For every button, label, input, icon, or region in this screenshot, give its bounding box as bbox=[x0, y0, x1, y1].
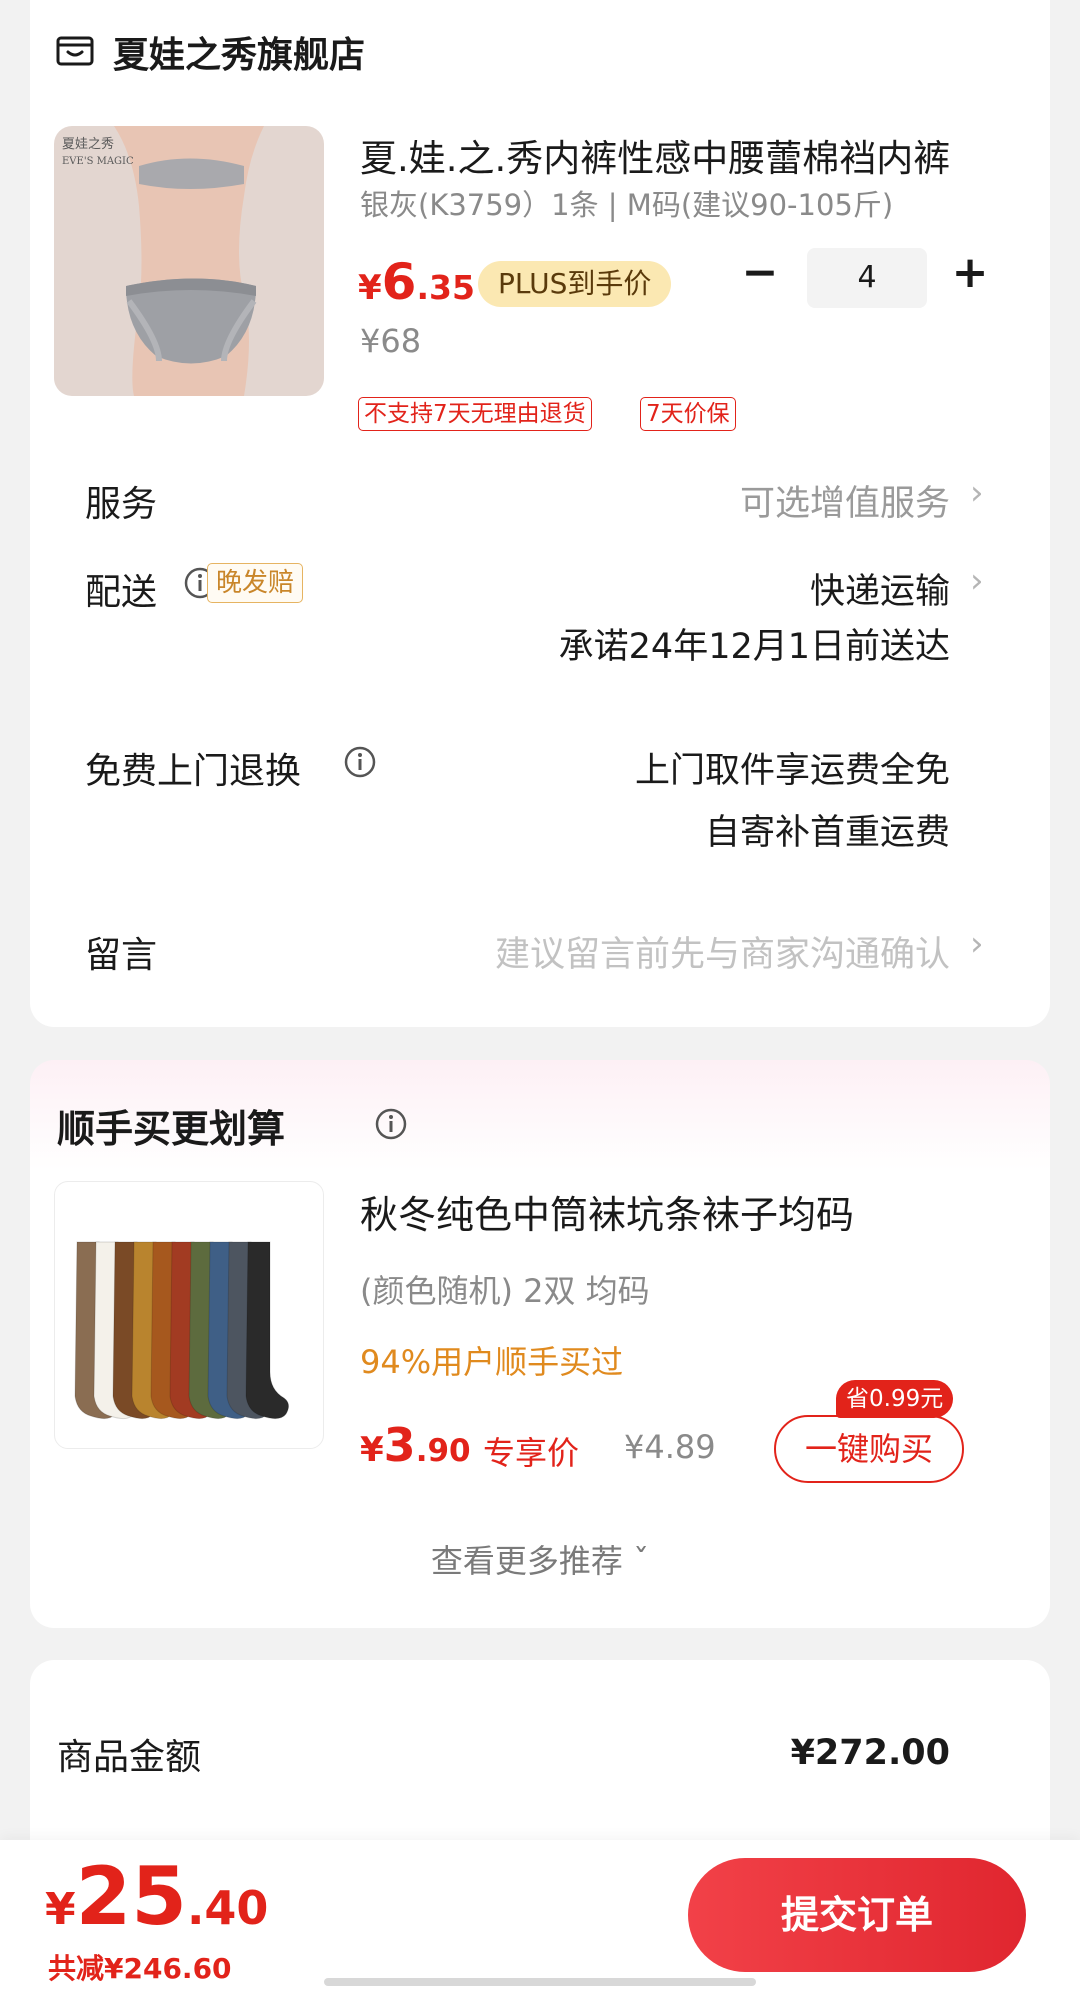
delivery-promise: 承诺24年12月1日前送达 bbox=[558, 627, 950, 667]
delivery-label: 配送 bbox=[85, 572, 158, 613]
product-spec[interactable]: 银灰(K3759）1条 | M码(建议90-105斤) bbox=[360, 182, 893, 224]
price-protect-tag: 7天价保 bbox=[640, 397, 736, 431]
product-image-brand-en: EVE'S MAGIC bbox=[62, 156, 134, 167]
recommend-name[interactable]: 秋冬纯色中筒袜坑条袜子均码 bbox=[360, 1184, 854, 1239]
free-return-line2: 自寄补首重运费 bbox=[704, 813, 950, 853]
recommend-price: ¥3.90 bbox=[360, 1418, 471, 1472]
one-click-buy-button[interactable]: 一键购买 bbox=[774, 1415, 964, 1483]
plus-price-tag: PLUS到手价 bbox=[478, 261, 672, 307]
product-image-brand: 夏娃之秀 bbox=[62, 137, 114, 152]
original-price: ¥68 bbox=[360, 322, 422, 360]
quantity-decrease-button[interactable]: − bbox=[735, 250, 785, 300]
no-7day-return-tag: 不支持7天无理由退货 bbox=[358, 397, 592, 431]
delivery-method[interactable]: 快递运输 bbox=[810, 563, 950, 614]
note-label: 留言 bbox=[85, 935, 158, 976]
save-badge: 省0.99元 bbox=[836, 1380, 954, 1418]
note-chevron-icon[interactable]: › bbox=[970, 924, 984, 964]
recommend-old-price: ¥4.89 bbox=[624, 1428, 716, 1466]
free-return-label: 免费上门退换 bbox=[85, 751, 302, 792]
free-return-line1: 上门取件享运费全免 bbox=[634, 751, 950, 791]
home-indicator[interactable] bbox=[324, 1978, 756, 1986]
product-price: ¥6.35 bbox=[358, 253, 475, 311]
recommend-info-icon[interactable] bbox=[374, 1107, 408, 1141]
store-name[interactable]: 夏娃之秀旗舰店 bbox=[113, 26, 365, 78]
sock-10 bbox=[245, 1241, 290, 1420]
service-label: 服务 bbox=[85, 484, 158, 525]
store-icon bbox=[56, 36, 94, 66]
quantity-increase-button[interactable]: + bbox=[945, 250, 995, 300]
late-delivery-compensation-tag: 晚发赔 bbox=[207, 563, 304, 603]
recommend-rate: 94%用户顺手买过 bbox=[360, 1343, 624, 1381]
recommend-title: 顺手买更划算 bbox=[57, 1107, 286, 1151]
submit-order-button[interactable]: 提交订单 bbox=[688, 1858, 1026, 1972]
product-title[interactable]: 夏.娃.之.秀内裤性感中腰蕾棉裆内裤 bbox=[360, 128, 960, 182]
note-input[interactable]: 建议留言前先与商家沟通确认 bbox=[495, 926, 950, 977]
more-recommend-link[interactable]: 查看更多推荐 ˇ bbox=[0, 1536, 1080, 1582]
total-discount[interactable]: 共减¥246.60 bbox=[48, 1947, 232, 1987]
quantity-input[interactable]: 4 bbox=[807, 248, 927, 308]
delivery-chevron-icon[interactable]: › bbox=[970, 561, 984, 601]
recommend-spec: (颜色随机) 2双 均码 bbox=[360, 1272, 650, 1310]
goods-amount-value: ¥272.00 bbox=[790, 1733, 950, 1773]
goods-amount-label: 商品金额 bbox=[57, 1737, 202, 1778]
recommend-image[interactable] bbox=[54, 1181, 324, 1449]
total-price: ¥25.40 bbox=[45, 1850, 269, 1943]
exclusive-price-label: 专享价 bbox=[483, 1434, 580, 1472]
service-chevron-icon[interactable]: › bbox=[970, 473, 984, 513]
product-image[interactable]: 夏娃之秀 EVE'S MAGIC bbox=[54, 126, 324, 396]
service-value[interactable]: 可选增值服务 bbox=[740, 475, 950, 526]
free-return-info-icon[interactable] bbox=[343, 745, 377, 779]
